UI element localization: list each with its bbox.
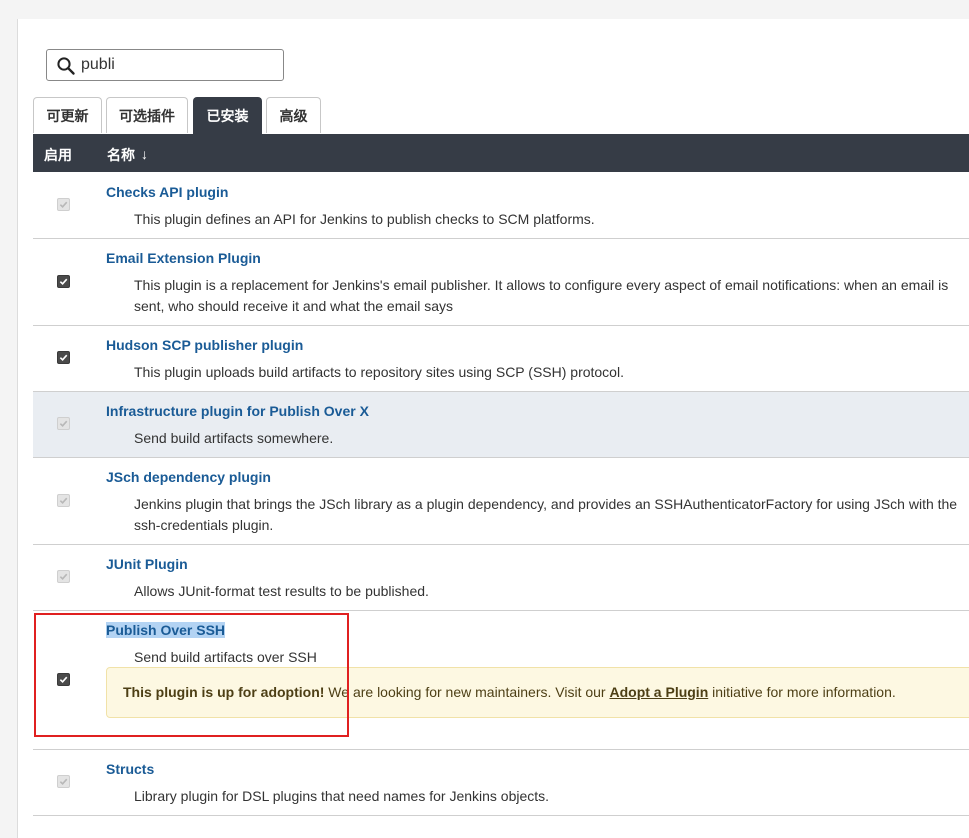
table-row: Hudson SCP publisher plugin This plugin …	[33, 326, 969, 392]
side-panel-edge	[0, 19, 18, 838]
adoption-notice-text-end: initiative for more information.	[708, 684, 896, 700]
tab-updates[interactable]: 可更新	[33, 97, 102, 133]
search-input[interactable]	[81, 53, 276, 77]
plugin-description: Send build artifacts over SSH	[134, 649, 317, 665]
column-header-name[interactable]: 名称	[107, 145, 135, 165]
adoption-notice-title: This plugin is up for adoption!	[123, 684, 325, 700]
table-row: Infrastructure plugin for Publish Over X…	[33, 392, 969, 458]
plugin-enabled-checkbox[interactable]	[57, 275, 70, 288]
plugin-description: This plugin is a replacement for Jenkins…	[134, 277, 949, 314]
plugin-enabled-checkbox	[57, 494, 70, 507]
table-row: JSch dependency plugin Jenkins plugin th…	[33, 458, 969, 545]
plugin-description: Library plugin for DSL plugins that need…	[134, 788, 550, 804]
plugin-name-link[interactable]: Hudson SCP publisher plugin	[106, 337, 303, 353]
column-header-enabled[interactable]: 启用	[44, 145, 72, 165]
plugin-enabled-checkbox[interactable]	[57, 351, 70, 364]
plugin-name-link[interactable]: JUnit Plugin	[106, 556, 188, 572]
search-icon	[56, 56, 76, 76]
plugin-name-link[interactable]: Publish Over SSH	[106, 622, 226, 638]
table-header: 启用 名称 ↓	[33, 134, 969, 172]
plugin-name-link[interactable]: Checks API plugin	[106, 184, 228, 200]
plugin-search-box[interactable]	[46, 49, 284, 81]
adoption-notice: This plugin is up for adoption! We are l…	[106, 667, 969, 718]
plugin-enabled-checkbox	[57, 570, 70, 583]
tab-installed[interactable]: 已安装	[193, 97, 262, 134]
adoption-notice-text: We are looking for new maintainers. Visi…	[324, 684, 610, 700]
table-row: Publish Over SSH Send build artifacts ov…	[33, 611, 969, 750]
plugin-name-link[interactable]: JSch dependency plugin	[106, 469, 271, 485]
top-bar	[0, 0, 969, 19]
sort-arrow-icon: ↓	[141, 146, 148, 162]
adopt-a-plugin-link[interactable]: Adopt a Plugin	[609, 684, 708, 700]
plugin-description: This plugin uploads build artifacts to r…	[134, 364, 624, 380]
plugin-enabled-checkbox[interactable]	[57, 673, 70, 686]
table-row: Checks API plugin This plugin defines an…	[33, 172, 969, 239]
plugin-enabled-checkbox	[57, 417, 70, 430]
plugin-description: This plugin defines an API for Jenkins t…	[134, 211, 595, 227]
plugin-description: Allows JUnit-format test results to be p…	[134, 583, 429, 599]
plugin-enabled-checkbox	[57, 775, 70, 788]
tab-advanced[interactable]: 高级	[266, 97, 321, 133]
table-row: Structs Library plugin for DSL plugins t…	[33, 750, 969, 816]
table-row: Email Extension Plugin This plugin is a …	[33, 239, 969, 326]
table-row: JUnit Plugin Allows JUnit-format test re…	[33, 545, 969, 611]
plugin-name-link[interactable]: Infrastructure plugin for Publish Over X	[106, 403, 369, 419]
plugin-description: Jenkins plugin that brings the JSch libr…	[134, 496, 958, 533]
plugin-name-link[interactable]: Email Extension Plugin	[106, 250, 261, 266]
plugin-enabled-checkbox	[57, 198, 70, 211]
plugin-description: Send build artifacts somewhere.	[134, 430, 334, 446]
plugin-name-link[interactable]: Structs	[106, 761, 154, 777]
tab-available[interactable]: 可选插件	[106, 97, 188, 133]
